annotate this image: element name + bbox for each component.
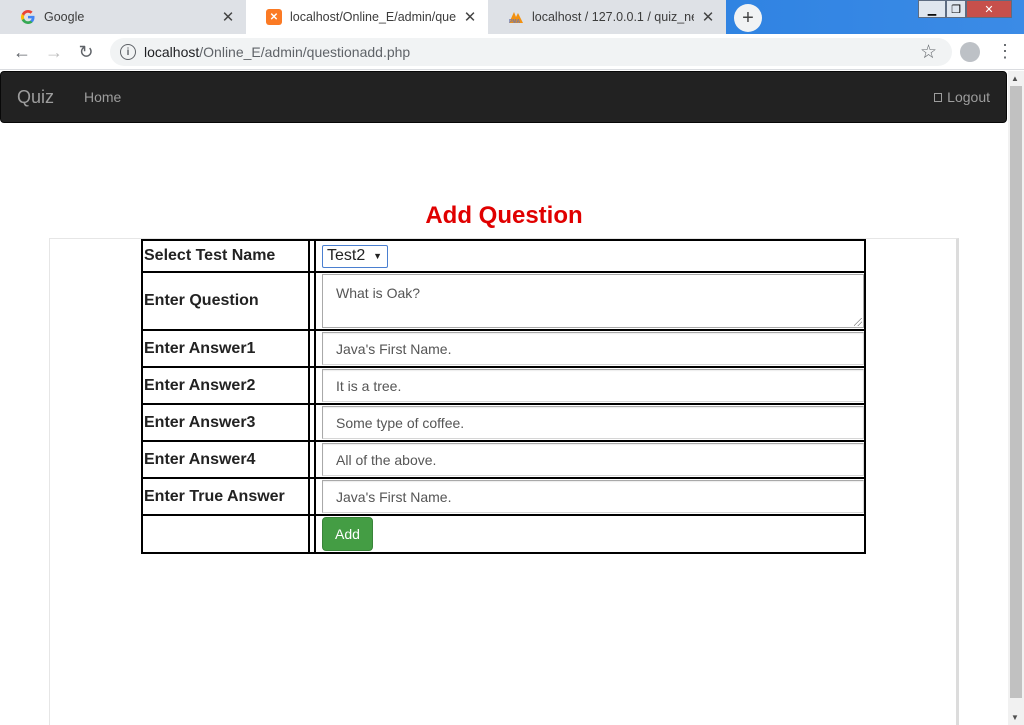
site-navbar: Quiz Home Logout: [0, 71, 1007, 123]
page-title: Add Question: [425, 202, 583, 229]
profile-avatar[interactable]: [960, 42, 980, 62]
form-row-answer3: Enter Answer3 Some type of coffee.: [142, 404, 865, 441]
answer4-label: Enter Answer4: [142, 441, 310, 478]
question-form: Select Test Name Test2 ▼ Enter Question …: [141, 239, 866, 554]
browser-toolbar: ← → ↻ i localhost/Online_E/admin/questio…: [0, 34, 1024, 70]
close-icon[interactable]: ✕: [220, 9, 236, 26]
answer2-label: Enter Answer2: [142, 367, 310, 404]
form-row-answer1: Enter Answer1 Java's First Name.: [142, 330, 865, 367]
forward-icon[interactable]: →: [42, 40, 66, 64]
question-textarea[interactable]: What is Oak?: [322, 274, 864, 328]
tab-title: localhost/Online_E/admin/questi: [290, 10, 456, 24]
true-answer-input[interactable]: Java's First Name.: [322, 480, 864, 513]
tab-title: Google: [44, 10, 85, 24]
scroll-down-icon[interactable]: ▼: [1011, 713, 1019, 722]
answer3-input[interactable]: Some type of coffee.: [322, 406, 864, 439]
logout-icon: [934, 92, 943, 102]
back-icon[interactable]: ←: [10, 40, 34, 64]
answer3-label: Enter Answer3: [142, 404, 310, 441]
tab-phpmyadmin[interactable]: PMA localhost / 127.0.0.1 / quiz_new / ✕: [488, 0, 726, 34]
logout-label: Logout: [947, 89, 990, 105]
scrollbar-thumb[interactable]: [1010, 86, 1022, 698]
resize-grip-icon[interactable]: [854, 318, 862, 326]
svg-text:PMA: PMA: [509, 19, 521, 24]
menu-kebab-icon[interactable]: ⋮: [996, 41, 1014, 62]
add-button[interactable]: Add: [322, 517, 373, 551]
answer2-input[interactable]: It is a tree.: [322, 369, 864, 402]
info-icon[interactable]: i: [120, 44, 136, 60]
minimize-icon[interactable]: ▁: [918, 0, 946, 18]
close-icon[interactable]: ✕: [462, 9, 478, 26]
address-bar[interactable]: i localhost/Online_E/admin/questionadd.p…: [110, 38, 952, 66]
tab-title: localhost / 127.0.0.1 / quiz_new /: [532, 10, 694, 24]
xampp-icon: ✕: [266, 9, 282, 25]
new-tab-button[interactable]: +: [734, 4, 762, 32]
reload-icon[interactable]: ↻: [74, 40, 98, 64]
nav-home-link[interactable]: Home: [84, 89, 121, 105]
tab-google[interactable]: Google ✕: [0, 0, 246, 34]
test-name-select[interactable]: Test2 ▼: [322, 244, 388, 268]
form-row-question: Enter Question What is Oak?: [142, 272, 865, 330]
google-icon: [20, 9, 36, 25]
close-icon[interactable]: ✕: [700, 9, 716, 26]
page-content: Quiz Home Logout Add Question Select Tes…: [0, 71, 1008, 725]
tab-strip: Google ✕ ✕ localhost/Online_E/admin/ques…: [0, 0, 1024, 34]
answer1-input[interactable]: Java's First Name.: [322, 332, 864, 365]
true-answer-label: Enter True Answer: [142, 478, 310, 515]
restore-icon[interactable]: ❐: [946, 0, 966, 18]
logout-link[interactable]: Logout: [934, 89, 990, 105]
tab-questionadd[interactable]: ✕ localhost/Online_E/admin/questi ✕: [246, 0, 488, 34]
test-name-label: Select Test Name: [142, 240, 310, 272]
question-label: Enter Question: [142, 272, 310, 330]
navbar-brand[interactable]: Quiz: [17, 87, 54, 108]
form-row-test: Select Test Name Test2 ▼: [142, 240, 865, 272]
question-value: What is Oak?: [336, 285, 421, 301]
url-path: /Online_E/admin/questionadd.php: [199, 44, 411, 60]
page-scrollbar[interactable]: ▲ ▼: [1008, 71, 1024, 725]
form-row-answer2: Enter Answer2 It is a tree.: [142, 367, 865, 404]
answer4-input[interactable]: All of the above.: [322, 443, 864, 476]
dropdown-caret-icon: ▼: [373, 250, 382, 261]
scroll-up-icon[interactable]: ▲: [1011, 74, 1019, 83]
form-row-true-answer: Enter True Answer Java's First Name.: [142, 478, 865, 515]
window-controls: ▁ ❐ ✕: [918, 0, 1012, 18]
form-row-submit: Add: [142, 515, 865, 553]
close-window-icon[interactable]: ✕: [966, 0, 1012, 18]
phpmyadmin-icon: PMA: [508, 9, 524, 25]
form-row-answer4: Enter Answer4 All of the above.: [142, 441, 865, 478]
test-name-value: Test2: [327, 247, 366, 264]
url-host: localhost: [144, 44, 200, 60]
bookmark-star-icon[interactable]: ☆: [920, 41, 937, 64]
answer1-label: Enter Answer1: [142, 330, 310, 367]
